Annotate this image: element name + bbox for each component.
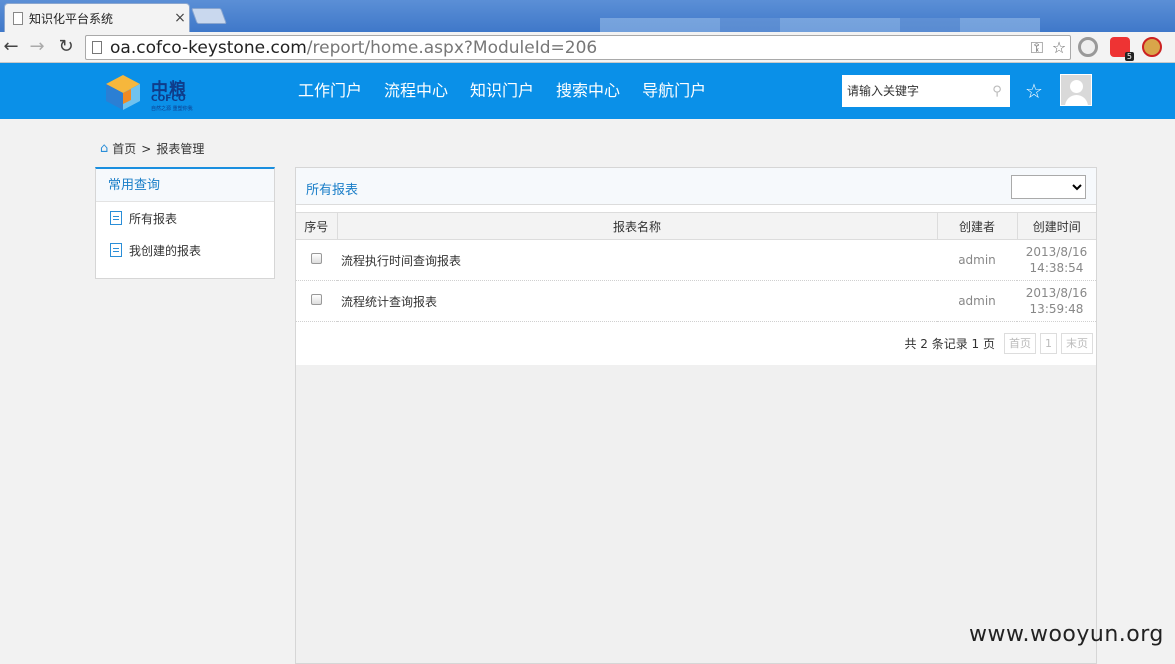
report-name[interactable]: 流程执行时间查询报表	[337, 239, 937, 281]
bookmark-star-icon[interactable]: ☆	[1048, 38, 1070, 57]
sidebar-item-label: 所有报表	[129, 211, 178, 226]
logo-cube-icon	[106, 75, 140, 110]
first-page-button[interactable]: 首页	[1004, 333, 1036, 354]
new-tab-button[interactable]	[191, 8, 227, 24]
nav-item-knowledge-portal[interactable]: 知识门户	[470, 63, 534, 119]
sidebar-item-all-reports[interactable]: 所有报表	[96, 202, 274, 234]
search-input[interactable]	[842, 76, 984, 106]
row-checkbox-cell	[296, 280, 337, 322]
avatar-body	[1065, 95, 1088, 105]
app-header: 中粮 COFCO 自然之源 重塑你我 工作门户 流程中心 知识门户 搜索中心 导…	[0, 63, 1175, 119]
document-icon	[110, 211, 122, 225]
close-tab-icon[interactable]: ×	[171, 10, 189, 26]
table-header-row: 序号 报表名称 创建者 创建时间	[296, 212, 1096, 240]
breadcrumb-home[interactable]: 首页	[112, 140, 136, 157]
user-avatar[interactable]	[1060, 74, 1092, 106]
report-name[interactable]: 流程统计查询报表	[337, 280, 937, 322]
sidebar-item-label: 我创建的报表	[129, 243, 202, 258]
logo-slogan: 自然之源 重塑你我	[151, 106, 193, 112]
extension-badge: 5	[1124, 52, 1134, 61]
logo-en: COFCO	[151, 94, 186, 104]
col-header-creator[interactable]: 创建者	[937, 212, 1018, 240]
pagination-info: 共 2 条记录 1 页	[904, 337, 995, 351]
row-checkbox[interactable]	[311, 253, 322, 264]
nav-item-search-center[interactable]: 搜索中心	[556, 63, 620, 119]
col-header-name[interactable]: 报表名称	[337, 212, 938, 240]
pagination: 共 2 条记录 1 页 首页 1 末页	[296, 322, 1096, 365]
spacer	[296, 205, 1096, 212]
document-icon	[110, 243, 122, 257]
page-icon	[92, 41, 102, 54]
row-checkbox-cell	[296, 239, 337, 281]
avatar-head	[1070, 80, 1083, 93]
page-icon	[13, 11, 23, 25]
col-header-created-time[interactable]: 创建时间	[1017, 212, 1096, 240]
nav-item-work-portal[interactable]: 工作门户	[298, 63, 362, 119]
report-panel-header: 所有报表	[296, 168, 1096, 205]
tab-title: 知识化平台系统	[29, 11, 114, 26]
report-creator: admin	[937, 280, 1017, 322]
header-search: ⚲	[842, 75, 1010, 107]
sidebar-item-my-reports[interactable]: 我创建的报表	[96, 234, 274, 266]
extension-circle-icon[interactable]	[1078, 37, 1098, 57]
browser-toolbar: ← → ↻ oa.cofco-keystone.com/report/home.…	[0, 32, 1175, 63]
report-creator: admin	[937, 239, 1017, 281]
breadcrumb-separator: >	[141, 141, 152, 156]
url-text[interactable]: oa.cofco-keystone.com/report/home.aspx?M…	[110, 38, 1026, 58]
breadcrumb-current: 报表管理	[156, 142, 205, 156]
sidebar-panel: 常用查询 所有报表 我创建的报表	[95, 167, 275, 279]
main-nav: 工作门户 流程中心 知识门户 搜索中心 导航门户	[298, 63, 728, 119]
table-row[interactable]: 流程统计查询报表 admin 2013/8/16 13:59:48	[296, 280, 1096, 322]
report-panel-title: 所有报表	[306, 183, 359, 198]
address-bar[interactable]: oa.cofco-keystone.com/report/home.aspx?M…	[85, 35, 1071, 60]
report-created-time: 2013/8/16 14:38:54	[1017, 239, 1096, 281]
nav-item-navigation-portal[interactable]: 导航门户	[642, 63, 706, 119]
search-icon[interactable]: ⚲	[984, 84, 1010, 99]
background-window-strip	[600, 18, 1040, 32]
report-created-time: 2013/8/16 13:59:48	[1017, 280, 1096, 322]
favorite-star-icon[interactable]: ☆	[1025, 79, 1043, 103]
reload-icon[interactable]: ↻	[55, 36, 77, 58]
cofco-logo[interactable]: 中粮 COFCO 自然之源 重塑你我	[103, 72, 193, 112]
report-panel: 所有报表 序号 报表名称 创建者 创建时间 流程执行时间查询报表 admin 2…	[295, 167, 1097, 664]
back-arrow-icon[interactable]: ←	[0, 36, 22, 58]
key-icon[interactable]: ⚿	[1026, 38, 1048, 58]
home-icon[interactable]: ⌂	[100, 141, 108, 156]
browser-tab[interactable]: 知识化平台系统 ×	[4, 3, 190, 32]
forward-arrow-icon[interactable]: →	[26, 36, 48, 58]
page-1-button[interactable]: 1	[1040, 333, 1057, 354]
col-header-index: 序号	[296, 212, 338, 240]
report-table-wrap: 序号 报表名称 创建者 创建时间 流程执行时间查询报表 admin 2013/8…	[296, 212, 1096, 365]
watermark: www.wooyun.org	[969, 622, 1164, 647]
breadcrumb: ⌂ 首页 > 报表管理	[100, 140, 204, 157]
sidebar-title: 常用查询	[96, 169, 274, 202]
last-page-button[interactable]: 末页	[1061, 333, 1093, 354]
extension-scissors-icon[interactable]: 5	[1110, 37, 1134, 61]
row-checkbox[interactable]	[311, 294, 322, 305]
report-filter-select[interactable]	[1011, 175, 1086, 199]
table-row[interactable]: 流程执行时间查询报表 admin 2013/8/16 14:38:54	[296, 239, 1096, 281]
report-table: 序号 报表名称 创建者 创建时间 流程执行时间查询报表 admin 2013/8…	[296, 212, 1096, 322]
nav-item-process-center[interactable]: 流程中心	[384, 63, 448, 119]
browser-tab-strip: 知识化平台系统 ×	[0, 0, 1175, 32]
extension-cookie-icon[interactable]	[1142, 37, 1162, 57]
